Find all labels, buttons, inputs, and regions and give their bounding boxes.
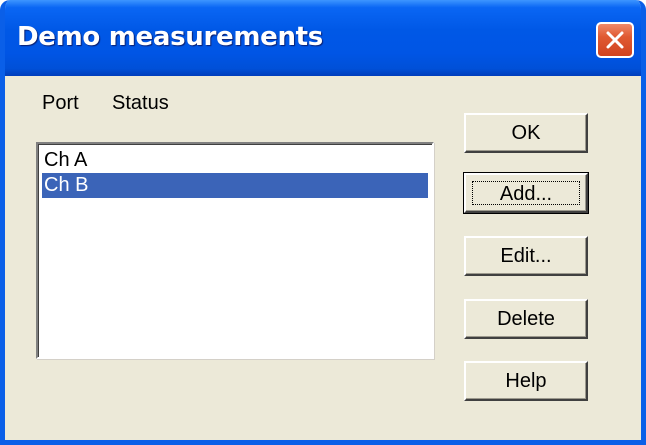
close-button[interactable] xyxy=(596,22,634,58)
add-button-label: Add... xyxy=(472,181,580,205)
edit-button[interactable]: Edit... xyxy=(464,236,588,276)
list-item-ch-b[interactable]: Ch B xyxy=(42,173,428,198)
list-item-ch-a[interactable]: Ch A xyxy=(42,148,428,173)
close-icon xyxy=(606,31,624,49)
help-button[interactable]: Help xyxy=(464,361,588,401)
dialog-window: Demo measurements Port Status Ch A Ch B … xyxy=(0,0,646,445)
add-button[interactable]: Add... xyxy=(463,172,589,214)
ok-button[interactable]: OK xyxy=(464,113,588,153)
window-title: Demo measurements xyxy=(17,22,323,52)
title-bar[interactable]: Demo measurements xyxy=(5,0,641,76)
port-column-header: Port xyxy=(42,92,79,114)
measurements-list[interactable]: Ch A Ch B xyxy=(36,142,434,359)
delete-button[interactable]: Delete xyxy=(464,299,588,339)
status-column-header: Status xyxy=(112,92,169,114)
